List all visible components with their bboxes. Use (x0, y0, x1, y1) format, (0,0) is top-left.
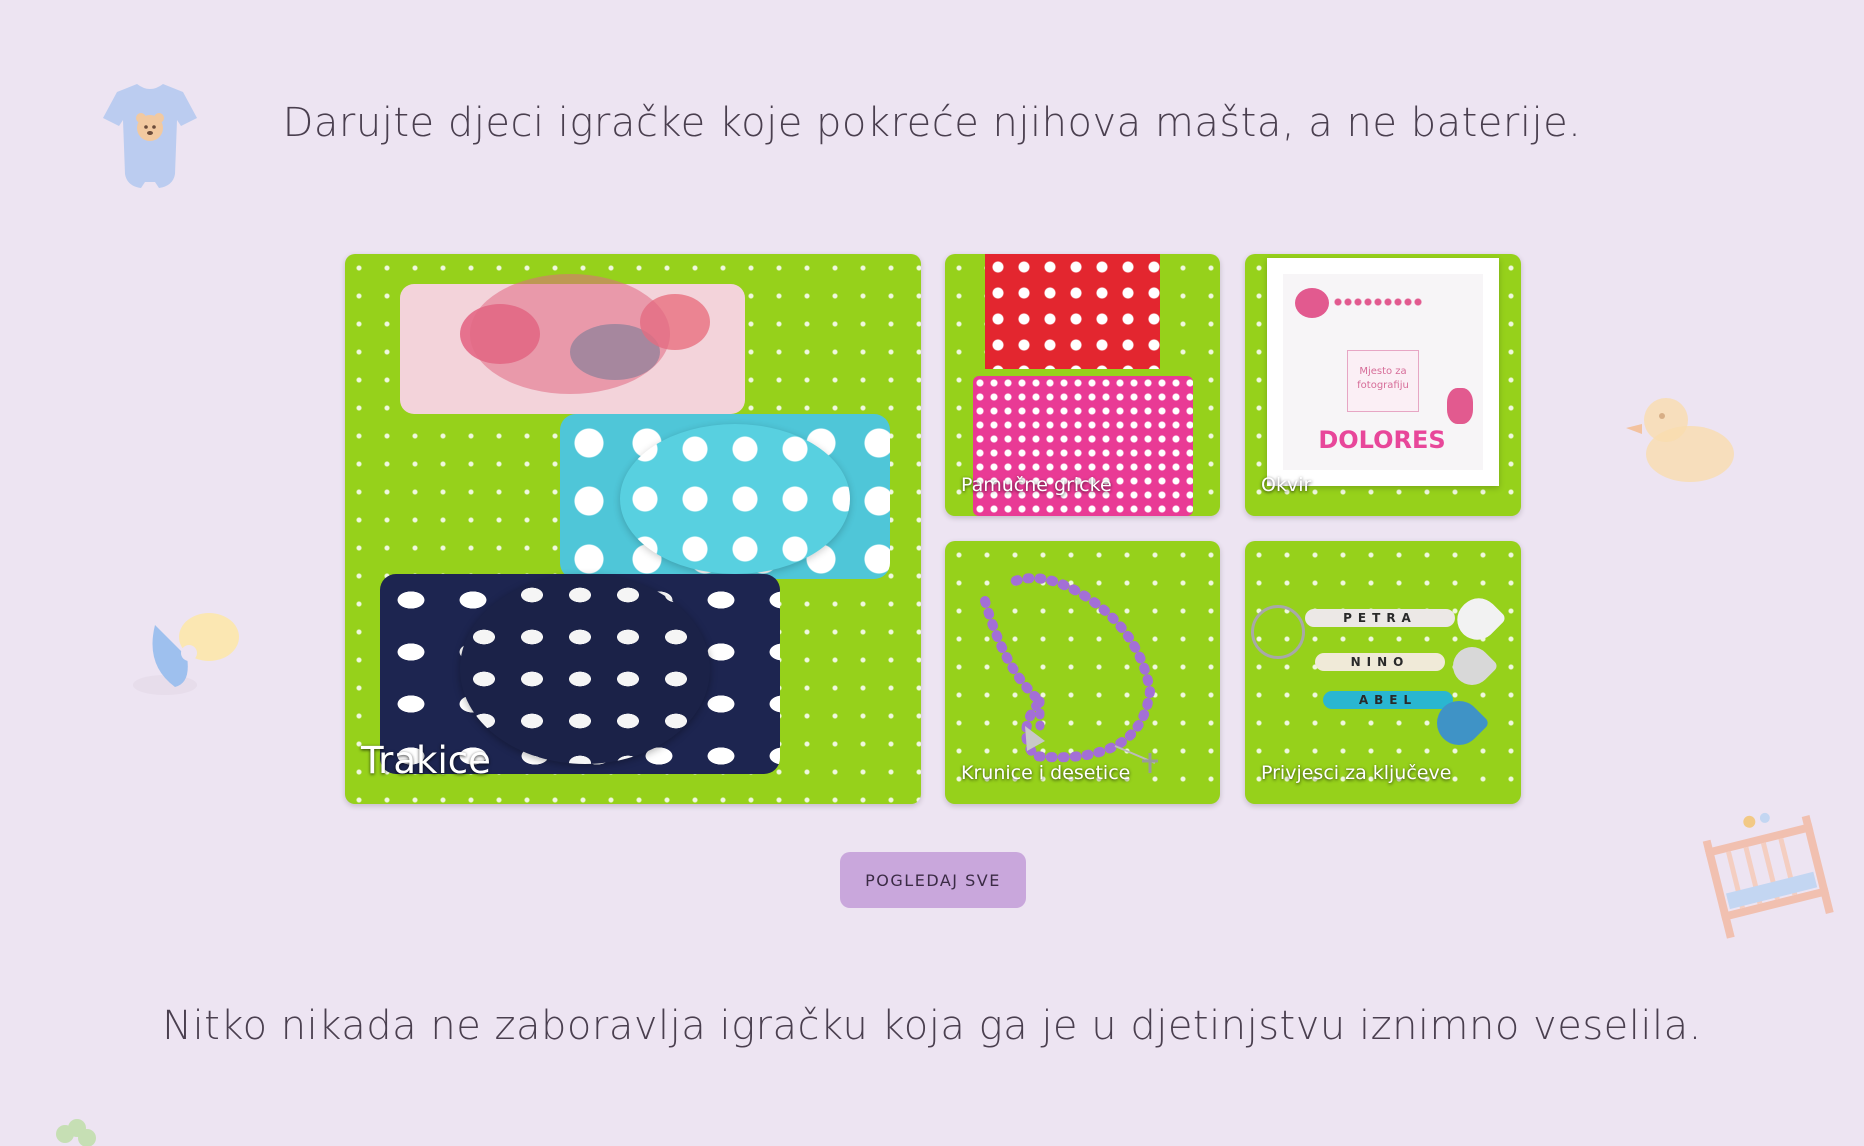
tagline-top: Darujte djeci igračke koje pokreće njiho… (282, 100, 1582, 146)
category-tile-pamucne-gricke[interactable]: Pamučne gricke (945, 254, 1220, 516)
frame-minnie-side (1447, 388, 1473, 424)
keyring (1251, 605, 1305, 659)
tagline-bottom: Nitko nikada ne zaboravlja igračku koja … (162, 1003, 1702, 1049)
keychain-strand-petra: PETRA (1305, 609, 1455, 627)
category-label: Okvir (1261, 474, 1312, 496)
keychain-strand-abel: ABEL (1323, 691, 1453, 709)
frame-photo-box: Mjesto za fotografiju (1347, 350, 1419, 412)
category-tile-privjesci[interactable]: PETRA NINO ABEL Privjesci za ključeve (1245, 541, 1521, 804)
pacifier-icon (133, 613, 239, 695)
keychain-heart-white (1449, 590, 1507, 648)
clover-icon (56, 1119, 96, 1146)
frame-name-text: DOLORES (1318, 426, 1446, 454)
bow-floral (470, 274, 670, 394)
keychain-heart-silver (1445, 639, 1499, 693)
category-tile-krunice[interactable]: Krunice i desetice (945, 541, 1220, 804)
red-dotted-fabric (985, 254, 1160, 369)
view-all-button[interactable]: POGLEDAJ SVE (840, 852, 1026, 908)
bow-polka-dot (620, 424, 850, 574)
category-tile-trakice[interactable]: Trakice (345, 254, 921, 804)
category-label: Krunice i desetice (961, 762, 1131, 784)
keychain-strand-nino: NINO (1315, 653, 1445, 671)
category-label: Trakice (361, 739, 491, 782)
frame-bead-row (1333, 298, 1423, 306)
category-tile-okvir[interactable]: Mjesto za fotografiju DOLORES Okvir (1245, 254, 1521, 516)
rubber-duck-icon (1626, 398, 1734, 482)
category-label: Pamučne gricke (961, 474, 1112, 496)
bow-navy (460, 574, 710, 764)
crib-icon (1702, 812, 1834, 939)
frame-minnie-top (1295, 288, 1329, 318)
photo-frame: Mjesto za fotografiju DOLORES (1267, 258, 1499, 486)
category-label: Privjesci za ključeve (1261, 762, 1452, 784)
